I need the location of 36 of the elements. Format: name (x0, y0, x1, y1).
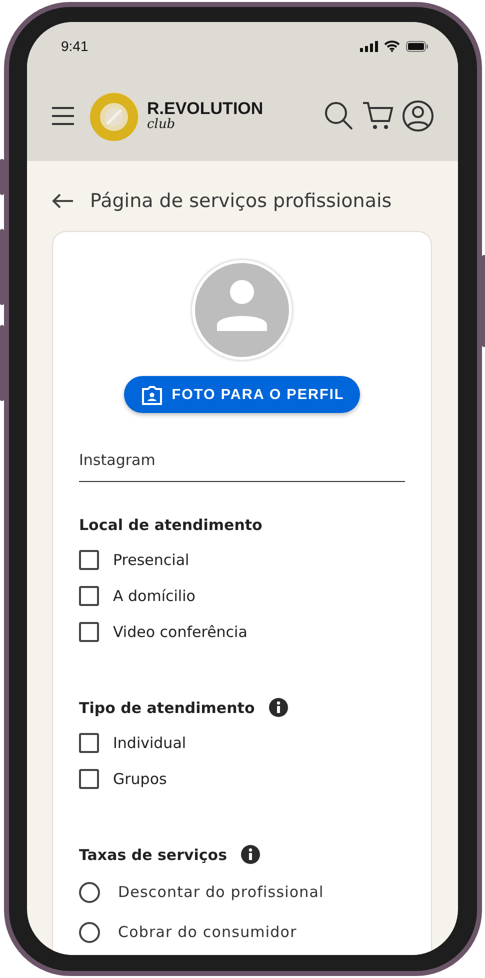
brand-name: R.EVOLUTION (147, 100, 264, 117)
menu-icon[interactable] (51, 106, 75, 126)
section-title: Local de atendimento (79, 516, 262, 534)
checkbox-option[interactable]: Grupos (79, 761, 405, 797)
status-time: 9:41 (61, 38, 88, 54)
back-arrow-icon[interactable] (52, 193, 74, 209)
checkbox[interactable] (79, 586, 99, 606)
checkbox[interactable] (79, 622, 99, 642)
checkbox[interactable] (79, 550, 99, 570)
checkbox-option[interactable]: A domícilio (79, 578, 405, 614)
radio-option[interactable]: Cobrar do consumidor (79, 912, 405, 952)
instagram-field[interactable]: Instagram (79, 443, 405, 482)
checkbox-option[interactable]: Presencial (79, 542, 405, 578)
radio-button[interactable] (79, 882, 100, 902)
section-title: Taxas de serviços (79, 846, 228, 864)
section-title: Tipo de atendimento (79, 698, 255, 716)
signal-icon (360, 40, 378, 52)
radio-button[interactable] (79, 922, 100, 942)
checkbox[interactable] (79, 733, 99, 753)
page-title: Página de serviços profissionais (90, 190, 392, 212)
brand-subtitle: club (147, 118, 176, 131)
person-icon (216, 279, 268, 331)
info-icon[interactable] (241, 845, 260, 864)
search-icon[interactable] (324, 100, 354, 130)
checkbox[interactable] (79, 769, 99, 789)
battery-icon (406, 40, 428, 52)
checkbox-option[interactable]: Individual (79, 725, 405, 761)
cart-icon[interactable] (362, 100, 394, 130)
radio-option[interactable]: Descontar do profissional (79, 872, 405, 912)
wifi-icon (384, 40, 400, 52)
checkbox-option[interactable]: Video conferência (79, 614, 405, 650)
ring-logo-icon (89, 90, 141, 142)
profile-photo-button[interactable]: FOTO PARA O PERFIL (124, 376, 360, 413)
account-icon[interactable] (402, 100, 434, 132)
info-icon[interactable] (268, 698, 288, 717)
camera-icon (142, 384, 162, 404)
